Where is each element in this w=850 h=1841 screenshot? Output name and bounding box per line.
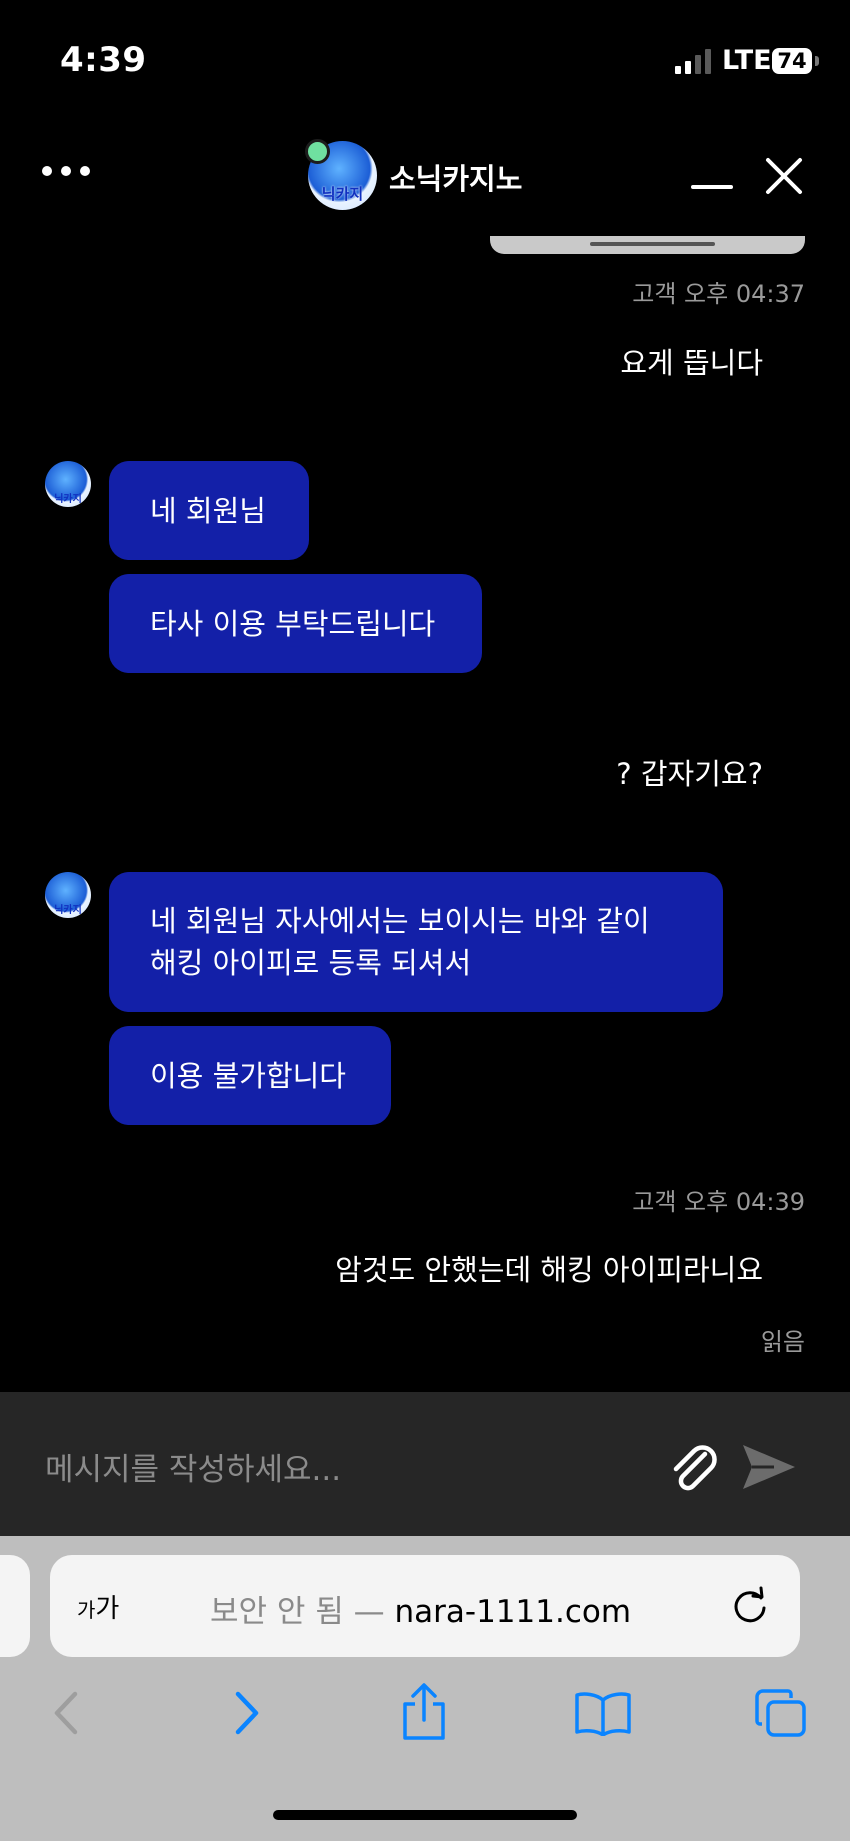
battery-icon: 74 <box>772 48 812 74</box>
domain-label: nara-1111.com <box>394 1594 632 1630</box>
text-size-button[interactable]: 가가 <box>77 1588 119 1625</box>
agent-avatar: 닉카지 <box>45 461 91 507</box>
minimize-icon[interactable] <box>691 185 733 189</box>
status-time: 4:39 <box>60 40 147 80</box>
message-input[interactable]: 메시지를 작성하세요... <box>45 1444 341 1489</box>
user-message: ? 갑자기요? <box>616 757 763 791</box>
agent-bubble: 네 회원님 <box>109 461 309 560</box>
send-icon[interactable] <box>740 1441 798 1493</box>
share-icon[interactable] <box>399 1682 449 1742</box>
security-label: 보안 안 됨 — <box>210 1594 385 1630</box>
paperclip-icon[interactable] <box>665 1440 721 1496</box>
back-icon[interactable] <box>49 1690 81 1736</box>
reload-icon[interactable] <box>728 1584 772 1628</box>
tabs-icon[interactable] <box>754 1688 808 1738</box>
message-meta: 고객 오후 04:39 <box>632 1188 805 1216</box>
more-icon[interactable] <box>42 166 90 176</box>
signal-icon <box>675 47 711 74</box>
close-icon[interactable] <box>764 156 804 196</box>
agent-bubble: 타사 이용 부탁드립니다 <box>109 574 482 673</box>
read-receipt: 읽음 <box>760 1328 805 1356</box>
message-meta: 고객 오후 04:37 <box>632 280 805 308</box>
url-text[interactable]: 보안 안 됨 — nara-1111.com <box>210 1586 631 1631</box>
previous-tab[interactable] <box>0 1555 30 1657</box>
forward-icon[interactable] <box>232 1690 264 1736</box>
online-status-icon <box>305 139 330 164</box>
agent-bubble: 네 회원님 자사에서는 보이시는 바와 같이 해킹 아이피로 등록 되셔서 <box>109 872 723 1012</box>
bookmarks-icon[interactable] <box>574 1690 632 1736</box>
chat-title: 소닉카지노 <box>389 162 523 196</box>
user-message: 요게 뜹니다 <box>620 346 763 380</box>
bubble-line: 네 회원님 자사에서는 보이시는 바와 같이 <box>150 904 650 938</box>
home-indicator[interactable] <box>273 1810 577 1820</box>
user-message: 암것도 안했는데 해킹 아이피라니요 <box>335 1253 763 1287</box>
image-attachment[interactable] <box>490 236 805 254</box>
battery-tip <box>815 56 819 66</box>
avatar-label: 닉카지 <box>321 185 364 203</box>
agent-bubble: 이용 불가합니다 <box>109 1026 391 1125</box>
agent-avatar: 닉카지 <box>45 872 91 918</box>
bubble-line: 해킹 아이피로 등록 되셔서 <box>150 946 472 980</box>
network-type: LTE <box>722 45 772 76</box>
